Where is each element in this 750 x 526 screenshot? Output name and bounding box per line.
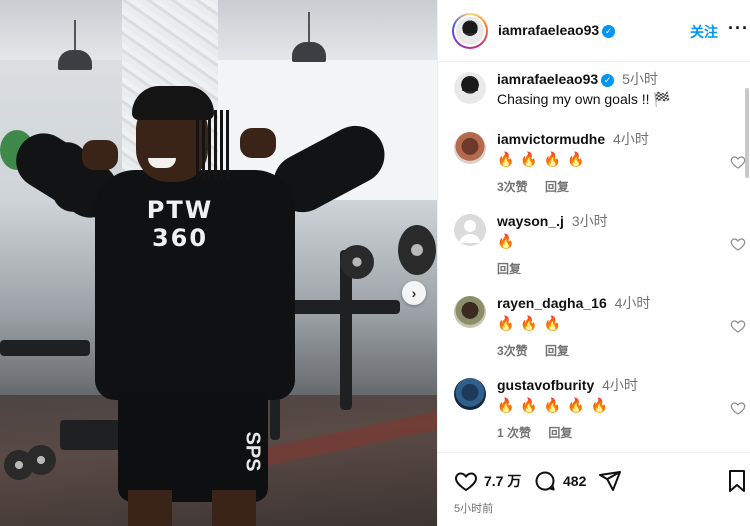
post-side-panel: iamrafaeleao93 ✓ 关注 ··· iamrafaeleao93 ✓ 5… [437,0,750,526]
save-action[interactable] [726,469,748,493]
share-action[interactable] [598,469,622,493]
comment-username[interactable]: rayen_dagha_16 [497,295,607,311]
bookmark-icon [729,470,745,492]
heart-icon[interactable] [730,154,746,170]
likes-count: 7.7 万 [484,473,522,489]
comment-action[interactable]: 482 [533,469,586,493]
default-avatar-icon [459,220,481,243]
comment-username[interactable]: iamvictormudhe [497,131,605,147]
commenter-avatar[interactable] [454,296,486,328]
post-time-ago: 5小时前 [454,503,494,515]
comment-time: 4小时 [613,131,649,147]
follow-button[interactable]: 关注 [690,22,718,42]
comment-icon [535,471,555,491]
caption-text: Chasing my own goals !! 🏁 [497,91,671,107]
more-options-icon[interactable]: ··· [728,18,749,39]
comments-count: 482 [563,473,587,489]
share-icon [599,471,621,491]
comment-username[interactable]: gustavofburity [497,377,594,393]
author-avatar-image [456,17,484,45]
comment-username[interactable]: wayson_.j [497,213,564,229]
comment-time: 4小时 [602,377,638,393]
caption-username[interactable]: iamrafaeleao93 [497,71,598,87]
comment-text: 🔥🔥🔥 [497,315,568,331]
athlete-dreads [196,110,230,180]
commenter-avatar[interactable] [454,132,486,164]
post-actions-bar: 7.7 万 482 5小时前 [438,452,750,526]
post-header: iamrafaeleao93 ✓ 关注 ··· [438,0,750,62]
comment-likes[interactable]: 3次赞 [497,180,528,194]
comment-likes[interactable]: 3次赞 [497,344,528,358]
reply-button[interactable]: 回复 [548,426,572,440]
commenter-avatar[interactable] [454,214,486,246]
like-action[interactable]: 7.7 万 [454,469,521,493]
athlete: PTW 360 SPS [0,0,437,526]
next-photo-button[interactable]: › [402,281,426,305]
author-avatar[interactable] [452,13,488,49]
caption-avatar[interactable] [454,72,486,104]
author-username-text: iamrafaeleao93 [498,22,600,38]
heart-icon [455,472,477,492]
caption-avatar-image [454,72,486,104]
comment-text: 🔥🔥🔥🔥🔥 [497,397,615,413]
heart-icon[interactable] [730,318,746,334]
heart-icon[interactable] [730,400,746,416]
comment-likes[interactable]: 1 次赞 [497,426,531,440]
right-fist [240,128,276,158]
reply-button[interactable]: 回复 [545,344,569,358]
verified-badge-icon: ✓ [601,74,615,87]
chevron-right-icon: › [411,285,417,301]
comment-text: 🔥 [497,233,521,249]
right-leg [212,490,256,526]
reply-button[interactable]: 回复 [497,262,521,276]
left-fist [82,140,118,170]
comment-time: 4小时 [614,295,651,311]
caption-time: 5小时 [622,71,658,87]
comment-text: 🔥🔥🔥🔥 [497,151,591,167]
post-photo[interactable]: PTW 360 SPS › [0,0,437,526]
left-leg [128,490,172,526]
shorts-logo: SPS [241,431,264,472]
heart-icon[interactable] [730,236,746,252]
reply-button[interactable]: 回复 [545,180,569,194]
hoodie-logo: PTW 360 [146,196,214,252]
author-username[interactable]: iamrafaeleao93 ✓ [498,22,616,38]
comments-scrollbar[interactable] [745,88,749,178]
verified-badge-icon: ✓ [602,25,616,38]
commenter-avatar[interactable] [454,378,486,410]
comment-time: 3小时 [571,213,608,229]
comments-list[interactable]: iamrafaeleao93 ✓ 5小时 Chasing my own goals… [438,63,750,451]
